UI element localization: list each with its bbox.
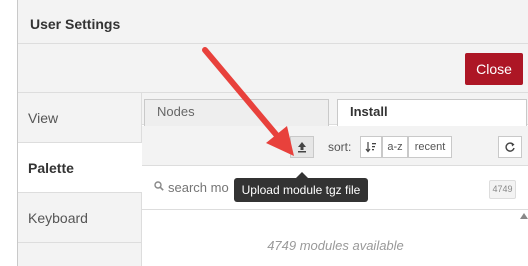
dialog-title: User Settings [30, 16, 121, 32]
sidebar-item-label: View [28, 110, 59, 126]
sort-az-label: a-z [387, 141, 403, 153]
close-button[interactable]: Close [465, 53, 523, 85]
install-toolbar: sort: a-z recent [142, 126, 528, 166]
dialog-titlebar: User Settings [18, 0, 528, 44]
scroll-up-arrow[interactable] [520, 213, 528, 219]
sidebar-item-palette[interactable]: Palette [18, 143, 142, 193]
upload-icon [298, 142, 306, 153]
tab-nodes[interactable]: Nodes [144, 99, 329, 126]
sort-recent-label: recent [414, 141, 446, 153]
tab-install[interactable]: Install [337, 99, 527, 127]
refresh-button[interactable] [498, 136, 522, 158]
search-icon [154, 181, 164, 191]
settings-sidebar: View Palette Keyboard [18, 93, 142, 266]
sort-label: sort: [328, 140, 352, 154]
modules-available-text: 4749 modules available [267, 238, 404, 253]
sort-direction-button[interactable] [360, 136, 382, 158]
refresh-icon [505, 142, 515, 152]
sidebar-item-label: Keyboard [28, 210, 88, 226]
sidebar-item-keyboard[interactable]: Keyboard [18, 193, 142, 243]
dialog-button-bar: Close [18, 44, 528, 93]
module-count-badge: 4749 [489, 180, 516, 199]
sort-recent-button[interactable]: recent [408, 136, 452, 158]
upload-tooltip: Upload module tgz file [234, 178, 368, 202]
sort-az-button[interactable]: a-z [382, 136, 408, 158]
sidebar-item-label: Palette [28, 160, 74, 176]
tab-label: Install [350, 104, 388, 119]
tab-label: Nodes [157, 104, 195, 119]
sort-descending-icon [365, 142, 376, 153]
upload-module-button[interactable] [290, 136, 314, 158]
palette-tabs: Nodes Install [142, 93, 528, 127]
sidebar-item-view[interactable]: View [18, 93, 142, 143]
settings-dialog: User Settings Close View Palette Keyboar… [17, 0, 528, 266]
